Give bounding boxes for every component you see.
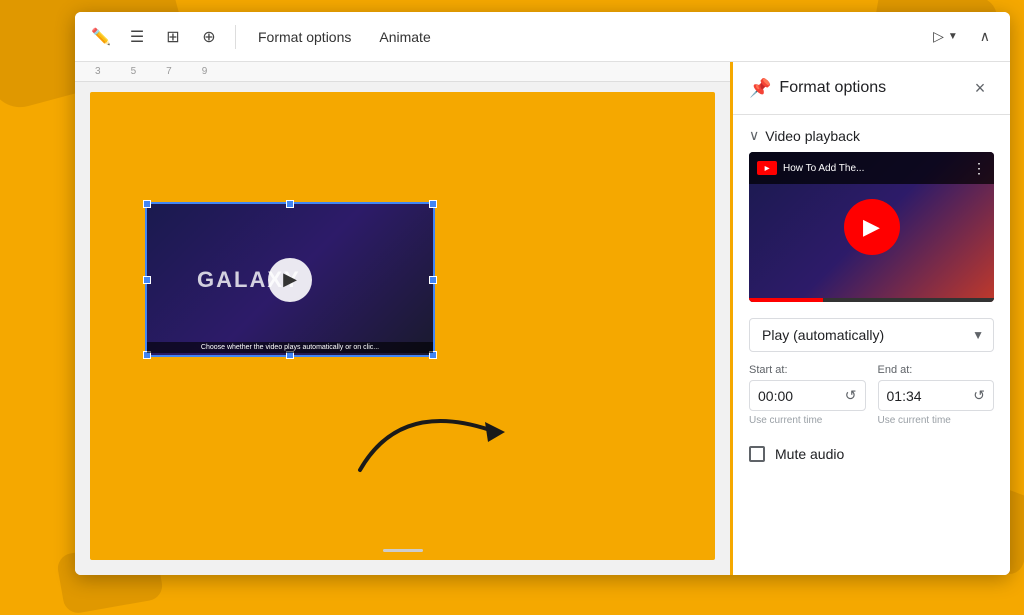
end-hint: Use current time: [878, 415, 995, 426]
start-at-input[interactable]: [758, 388, 841, 404]
arrow-annotation: [340, 380, 520, 480]
end-at-input[interactable]: [887, 388, 970, 404]
slide-play-button[interactable]: ▶: [268, 258, 312, 302]
mute-audio-checkbox[interactable]: [749, 446, 765, 462]
playback-dropdown[interactable]: Play (automatically) Play (on click) Pla…: [749, 318, 994, 352]
animate-button[interactable]: Animate: [369, 24, 440, 50]
grid-icon[interactable]: ⊞: [159, 23, 187, 51]
ruler: 3 5 7 9: [75, 62, 730, 82]
time-fields-row: Start at: ↺ End at: ↺: [733, 364, 1010, 411]
handle-mid-right[interactable]: [429, 276, 437, 284]
ruler-mark: 3: [95, 66, 101, 77]
playback-dropdown-row: Play (automatically) Play (on click) Pla…: [733, 314, 1010, 364]
mute-audio-label: Mute audio: [775, 446, 844, 462]
panel-title: Format options: [779, 79, 966, 97]
start-at-label: Start at:: [749, 364, 866, 376]
handle-mid-left[interactable]: [143, 276, 151, 284]
panel-video-play-button[interactable]: ▶: [844, 199, 900, 255]
start-at-reset-button[interactable]: ↺: [845, 387, 857, 404]
close-panel-button[interactable]: ×: [966, 74, 994, 102]
ruler-mark: 7: [166, 66, 172, 77]
ruler-mark: 9: [202, 66, 208, 77]
format-options-button[interactable]: Format options: [248, 24, 361, 50]
end-at-label: End at:: [878, 364, 995, 376]
panel-video-title: How To Add The...: [783, 163, 966, 174]
collapse-icon: ∧: [980, 28, 990, 45]
chevron-down-icon: ∨: [749, 127, 759, 144]
panel-video-topbar: ▶ How To Add The... ⋮: [749, 152, 994, 184]
slide-caption: Choose whether the video plays automatic…: [147, 342, 433, 353]
edit-icon[interactable]: ✏️: [87, 23, 115, 51]
content-area: 3 5 7 9 GALAXY ▶: [75, 62, 1010, 575]
panel-video-progress-fill: [749, 298, 823, 302]
panel-video-bg: ▶ How To Add The... ⋮ ▶: [749, 152, 994, 302]
pin-icon: 📌: [749, 78, 771, 99]
end-at-reset-button[interactable]: ↺: [973, 387, 985, 404]
section-header-video-playback[interactable]: ∨ Video playback: [733, 115, 1010, 152]
share-button[interactable]: ▷ ▼: [925, 24, 966, 49]
mute-audio-row: Mute audio: [733, 438, 1010, 470]
panel-video-thumbnail[interactable]: ▶ How To Add The... ⋮ ▶: [749, 152, 994, 302]
insert-icon[interactable]: ⊕: [195, 23, 223, 51]
panel-video-progressbar: [749, 298, 994, 302]
panel-video-more-icon: ⋮: [972, 160, 986, 177]
page-indicator: [383, 549, 423, 552]
time-hints-row: Use current time Use current time: [733, 415, 1010, 426]
handle-top-mid[interactable]: [286, 200, 294, 208]
share-icon: ▷: [933, 28, 944, 45]
youtube-logo-text: ▶: [765, 165, 770, 172]
handle-top-right[interactable]: [429, 200, 437, 208]
slide-video[interactable]: GALAXY ▶ Choose whether the video plays …: [145, 202, 435, 357]
start-at-input-wrapper: ↺: [749, 380, 866, 411]
end-at-col: End at: ↺: [878, 364, 995, 411]
handle-top-left[interactable]: [143, 200, 151, 208]
main-window: ✏️ ☰ ⊞ ⊕ Format options Animate ▷ ▼ ∧ 3 …: [75, 12, 1010, 575]
list-icon[interactable]: ☰: [123, 23, 151, 51]
share-chevron-icon: ▼: [948, 31, 958, 42]
youtube-logo-icon: ▶: [757, 161, 777, 175]
toolbar: ✏️ ☰ ⊞ ⊕ Format options Animate ▷ ▼ ∧: [75, 12, 1010, 62]
toolbar-right: ▷ ▼ ∧: [925, 24, 998, 49]
start-at-col: Start at: ↺: [749, 364, 866, 411]
format-panel-header: 📌 Format options ×: [733, 62, 1010, 115]
ruler-mark: 5: [131, 66, 137, 77]
playback-dropdown-wrapper: Play (automatically) Play (on click) Pla…: [749, 318, 994, 352]
collapse-button[interactable]: ∧: [972, 24, 998, 49]
slide-video-inner: GALAXY ▶: [147, 204, 433, 355]
format-panel: 📌 Format options × ∨ Video playback ▶ Ho: [730, 62, 1010, 575]
slide-editor: 3 5 7 9 GALAXY ▶: [75, 62, 730, 575]
end-at-input-wrapper: ↺: [878, 380, 995, 411]
section-title-video-playback: Video playback: [765, 128, 860, 144]
slide-canvas[interactable]: GALAXY ▶ Choose whether the video plays …: [90, 92, 715, 560]
toolbar-divider: [235, 25, 236, 49]
start-hint: Use current time: [749, 415, 866, 426]
